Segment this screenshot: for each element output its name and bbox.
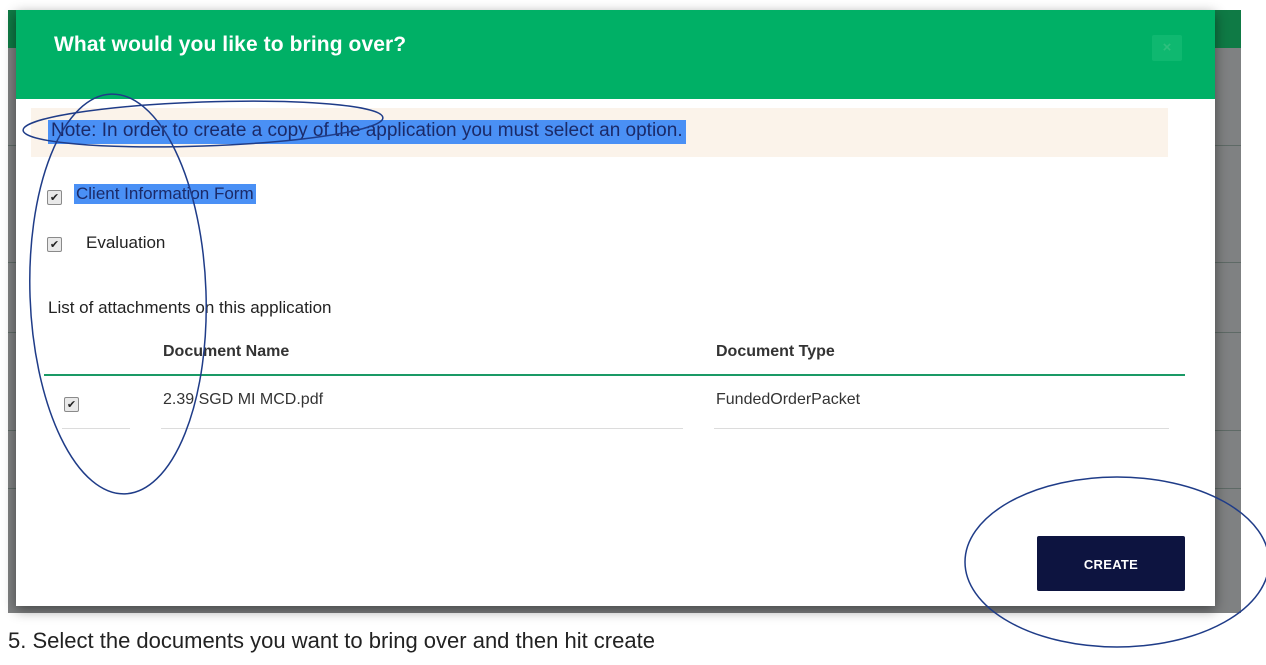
column-header-document-type: Document Type [716, 343, 835, 360]
dialog-header: What would you like to bring over? × [16, 10, 1215, 99]
evaluation-checkbox[interactable]: ✔ [47, 237, 62, 252]
evaluation-label: Evaluation [86, 233, 166, 252]
close-button[interactable]: × [1152, 35, 1182, 61]
instruction-caption: 5. Select the documents you want to brin… [8, 628, 655, 653]
attachment-row-checkbox[interactable]: ✔ [64, 397, 79, 412]
attachments-section-label: List of attachments on this application [48, 298, 332, 317]
attachment-document-type: FundedOrderPacket [716, 391, 861, 408]
client-information-form-label: Client Information Form [74, 184, 256, 204]
cell-underline [161, 428, 683, 429]
note-text: Note: In order to create a copy of the a… [48, 120, 686, 144]
client-information-form-checkbox[interactable]: ✔ [47, 190, 62, 205]
close-icon: × [1162, 39, 1172, 56]
screenshot-stage: What would you like to bring over? × Not… [0, 0, 1266, 665]
cell-underline [62, 428, 130, 429]
dialog-title: What would you like to bring over? [54, 33, 407, 56]
cell-underline [714, 428, 1169, 429]
table-header-rule [44, 374, 1185, 376]
create-button[interactable]: CREATE [1037, 536, 1185, 591]
column-header-document-name: Document Name [163, 343, 290, 360]
attachment-document-name: 2.39 SGD MI MCD.pdf [163, 391, 324, 408]
